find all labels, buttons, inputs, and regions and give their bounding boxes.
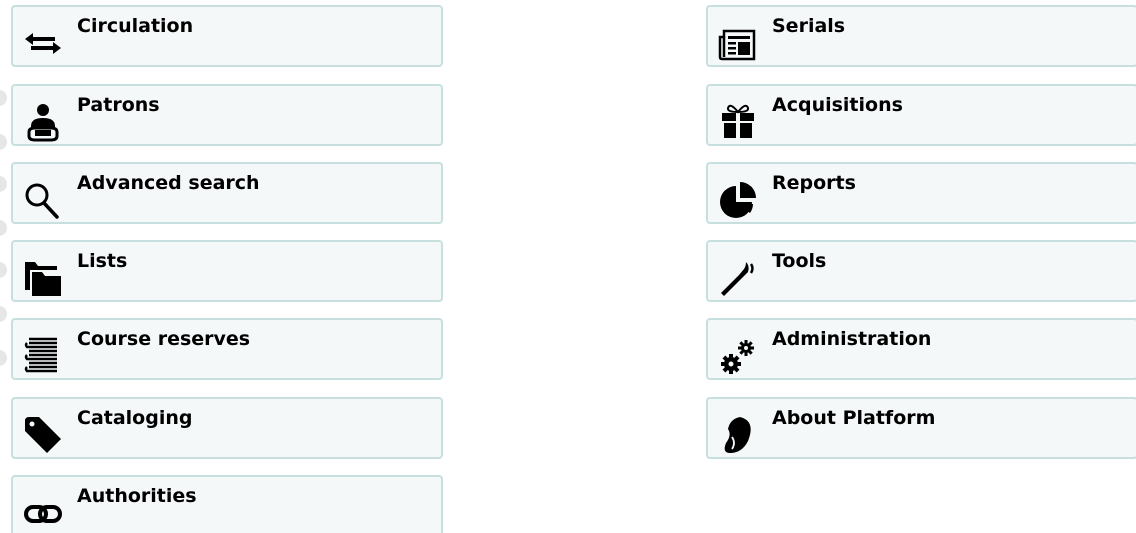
gears-icon — [718, 336, 758, 376]
edge-dot — [0, 262, 7, 278]
administration-button[interactable]: Administration — [706, 318, 1136, 380]
home-page: Circulation Patrons Advanced search List… — [0, 0, 1136, 533]
edge-dot — [0, 220, 7, 236]
edge-dot — [0, 134, 7, 150]
circulation-button[interactable]: Circulation — [11, 5, 443, 67]
patrons-label: Patrons — [77, 94, 160, 116]
pie-chart-icon — [718, 180, 758, 220]
circulation-arrows-icon — [23, 23, 63, 63]
stacked-books-icon — [23, 336, 63, 376]
edge-dot — [0, 176, 7, 192]
patrons-button[interactable]: Patrons — [11, 84, 443, 146]
authorities-label: Authorities — [77, 485, 197, 507]
serials-button[interactable]: Serials — [706, 5, 1136, 67]
newspaper-icon — [718, 23, 758, 63]
authorities-button[interactable]: Authorities — [11, 475, 443, 533]
edge-dot — [0, 350, 7, 366]
wrench-icon — [718, 258, 758, 298]
administration-label: Administration — [772, 328, 932, 350]
folders-icon — [23, 258, 63, 298]
gift-icon — [718, 102, 758, 142]
reports-button[interactable]: Reports — [706, 162, 1136, 224]
circulation-label: Circulation — [77, 15, 194, 37]
leaf-logo-icon — [718, 415, 758, 455]
edge-dot — [0, 306, 7, 322]
lists-label: Lists — [77, 250, 128, 272]
tag-icon — [23, 415, 63, 455]
edge-dot — [0, 90, 7, 106]
acquisitions-label: Acquisitions — [772, 94, 903, 116]
tools-label: Tools — [772, 250, 827, 272]
reports-label: Reports — [772, 172, 856, 194]
cataloging-label: Cataloging — [77, 407, 193, 429]
advanced-search-button[interactable]: Advanced search — [11, 162, 443, 224]
magnifier-search-icon — [23, 180, 63, 220]
lists-button[interactable]: Lists — [11, 240, 443, 302]
course-reserves-label: Course reserves — [77, 328, 251, 350]
about-platform-label: About Platform — [772, 407, 936, 429]
advanced-search-label: Advanced search — [77, 172, 260, 194]
cataloging-button[interactable]: Cataloging — [11, 397, 443, 459]
serials-label: Serials — [772, 15, 846, 37]
course-reserves-button[interactable]: Course reserves — [11, 318, 443, 380]
patron-person-icon — [23, 102, 63, 142]
about-platform-button[interactable]: About Platform — [706, 397, 1136, 459]
chain-link-icon — [23, 493, 63, 533]
acquisitions-button[interactable]: Acquisitions — [706, 84, 1136, 146]
tools-button[interactable]: Tools — [706, 240, 1136, 302]
